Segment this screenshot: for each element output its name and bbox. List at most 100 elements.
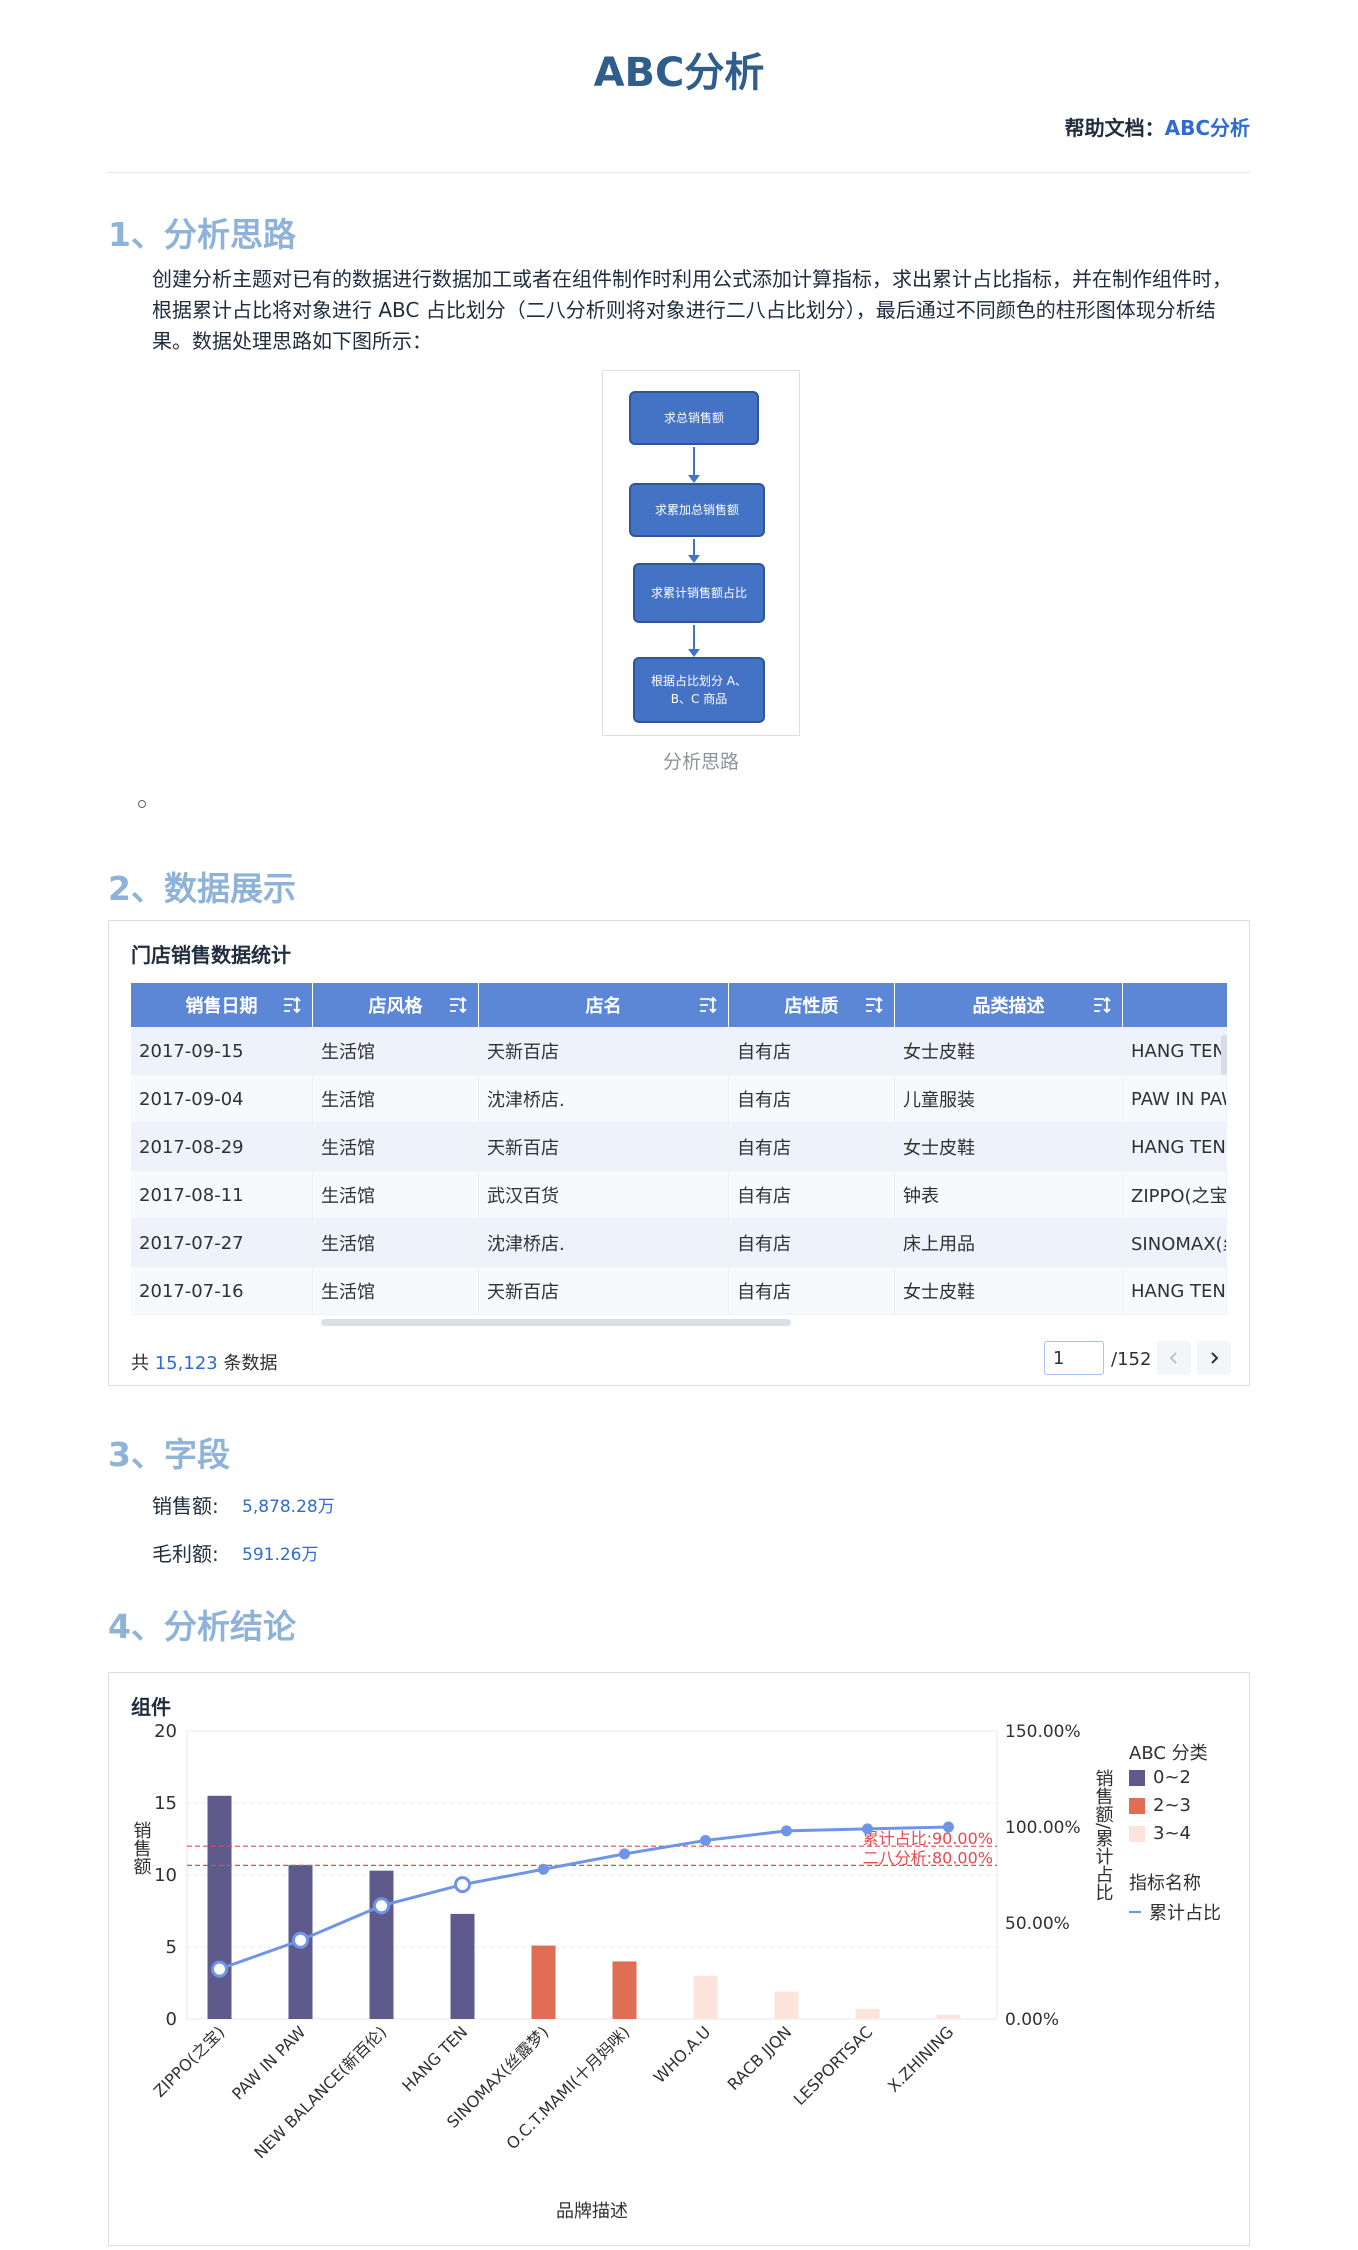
table-row[interactable]: 2017-08-11 生活馆 武汉百货 自有店 钟表 ZIPPO(之宝) <box>131 1171 1227 1219</box>
abc-chart: 20 15 10 5 0 150.00% 100.00% 50.00% 0.00% 累计占比:90… <box>131 1721 1114 2222</box>
line-point <box>700 1834 711 1846</box>
table-cell: 自有店 <box>729 1171 895 1219</box>
column-label: 店名 <box>585 996 622 1017</box>
bar <box>369 1870 394 2019</box>
line-point <box>862 1823 873 1835</box>
column-label: 店风格 <box>368 996 423 1017</box>
table-row[interactable]: 2017-07-27生活馆沈津桥店.自有店床上用品SINOMAX(丝 <box>131 1219 1227 1267</box>
column-header-brand[interactable] <box>1123 983 1227 1027</box>
flow-node-abc-split: 根据占比划分 A、B、C 商品 <box>633 657 765 723</box>
column-header-date[interactable]: 销售日期 <box>131 983 313 1027</box>
table-cell: 女士皮鞋 <box>895 1267 1123 1315</box>
table-cell: 生活馆 <box>313 1027 479 1075</box>
legend-item-b[interactable]: 2~3 <box>1129 1795 1191 1816</box>
table-cell: 2017-07-27 <box>131 1219 313 1267</box>
y2-tick-label: 150.00% <box>1005 1722 1081 1742</box>
x-tick-label: RACB JJQN <box>724 2022 796 2094</box>
column-header-category[interactable]: 品类描述 <box>895 983 1123 1027</box>
vertical-scrollbar[interactable] <box>1221 1035 1227 1075</box>
section-heading-fields: 3、字段 <box>108 1435 230 1474</box>
field-value-sales: 5,878.28万 <box>242 1497 335 1517</box>
flow-node-total-sales: 求总销售额 <box>629 391 759 445</box>
record-count-suffix: 条数据 <box>223 1353 278 1374</box>
column-label: 销售日期 <box>185 996 258 1017</box>
column-header-store-type[interactable]: 店性质 <box>729 983 895 1027</box>
x-axis-title: 品牌描述 <box>556 2201 628 2222</box>
legend-item-c[interactable]: 3~4 <box>1129 1823 1191 1844</box>
bar <box>612 1961 637 2019</box>
legend-line-swatch <box>1129 1911 1141 1913</box>
sort-icon[interactable] <box>1092 995 1112 1015</box>
table-cell: SINOMAX(丝 <box>1123 1219 1227 1267</box>
intro-paragraph: 创建分析主题对已有的数据进行数据加工或者在组件制作时利用公式添加计算指标，求出累… <box>152 267 1232 353</box>
table-cell: 天新百店 <box>479 1267 729 1315</box>
page-number-input[interactable] <box>1044 1341 1104 1375</box>
field-value-profit: 591.26万 <box>242 1545 319 1565</box>
y2-tick-label: 100.00% <box>1005 1818 1081 1838</box>
line-point <box>373 1897 390 1915</box>
y-axis-title: 销售额 <box>131 1821 152 1875</box>
line-point <box>943 1821 954 1833</box>
legend-item-line[interactable]: 累计占比 <box>1129 1899 1221 1925</box>
table-cell: 生活馆 <box>313 1267 479 1315</box>
column-header-store-name[interactable]: 店名 <box>479 983 729 1027</box>
help-doc-link[interactable]: ABC分析 <box>1165 116 1250 140</box>
table-cell: 沈津桥店. <box>479 1219 729 1267</box>
sort-icon[interactable] <box>448 995 468 1015</box>
line-point <box>211 1960 228 1978</box>
table-cell: 床上用品 <box>895 1219 1123 1267</box>
table-cell: 钟表 <box>895 1171 1123 1219</box>
table-cell: 2017-09-04 <box>131 1075 313 1123</box>
table-cell: 女士皮鞋 <box>895 1123 1123 1171</box>
sort-icon[interactable] <box>864 995 884 1015</box>
legend-label: 3~4 <box>1153 1823 1191 1844</box>
x-tick-label: WHO.A.U <box>650 2022 715 2087</box>
table-row[interactable]: 2017-09-04生活馆沈津桥店.自有店儿童服装PAW IN PAW <box>131 1075 1227 1123</box>
table-cell: 天新百店 <box>479 1027 729 1075</box>
line-point <box>292 1931 309 1949</box>
table-cell: 自有店 <box>729 1027 895 1075</box>
table-card: 门店销售数据统计 销售日期 店风格 店名 店性质 品类描述 2017-09-15… <box>108 920 1250 1386</box>
table-cell: 2017-09-15 <box>131 1027 313 1075</box>
table-cell: HANG TEN <box>1123 1267 1227 1315</box>
table-row[interactable]: 2017-08-29 生活馆 天新百店 自有店 女士皮鞋 HANG TEN <box>131 1123 1227 1171</box>
table-cell: 生活馆 <box>313 1171 479 1219</box>
table-cell: 自有店 <box>729 1075 895 1123</box>
y-tick-label: 10 <box>154 1865 177 1886</box>
table-cell: PAW IN PAW <box>1123 1075 1227 1123</box>
bar <box>774 1991 799 2019</box>
column-header-style[interactable]: 店风格 <box>313 983 479 1027</box>
sort-icon[interactable] <box>282 995 302 1015</box>
legend-swatch <box>1129 1797 1145 1814</box>
legend-swatch <box>1129 1825 1145 1842</box>
bar <box>531 1945 556 2019</box>
sort-icon[interactable] <box>698 995 718 1015</box>
section-heading-data-display: 2、数据展示 <box>108 869 296 908</box>
legend-title: ABC 分类 <box>1129 1743 1208 1764</box>
legend-item-a[interactable]: 0~2 <box>1129 1767 1191 1788</box>
table-cell: 天新百店 <box>479 1123 729 1171</box>
line-point <box>619 1848 630 1860</box>
flowchart: 求总销售额 求累加总销售额 求累计销售额占比 根据占比划分 A、B、C 商品 <box>602 370 800 736</box>
x-tick-label: NEW BALANCE(新百伦) <box>250 2022 390 2162</box>
help-doc-label: 帮助文档： <box>1064 116 1165 140</box>
flow-arrow <box>688 625 700 657</box>
horizontal-scrollbar[interactable] <box>321 1319 791 1326</box>
prev-page-button[interactable] <box>1157 1341 1191 1375</box>
table-row[interactable]: 2017-07-16 生活馆 天新百店 自有店 女士皮鞋 HANG TEN <box>131 1267 1227 1315</box>
chart-card: 组件 20 15 10 5 0 150.00% 100.00% 50.00% 0.00% 累计占比… <box>108 1672 1250 2246</box>
table-row[interactable]: 2017-09-15 生活馆 天新百店 自有店 女士皮鞋 HANG TEN <box>131 1027 1227 1075</box>
line-point <box>538 1863 549 1875</box>
chevron-right-icon <box>1211 1352 1219 1364</box>
bar <box>450 1913 475 2019</box>
table-cell: 生活馆 <box>313 1219 479 1267</box>
next-page-button[interactable] <box>1197 1341 1231 1375</box>
table-cell: 2017-08-11 <box>131 1171 313 1219</box>
x-tick-label: HANG TEN <box>398 2022 471 2095</box>
table-cell: 生活馆 <box>313 1123 479 1171</box>
table-cell: HANG TEN <box>1123 1123 1227 1171</box>
x-tick-label: ZIPPO(之宝) <box>150 2022 229 2101</box>
table-cell: 自有店 <box>729 1219 895 1267</box>
reference-line-label: 累计占比:90.00% <box>863 1829 993 1848</box>
field-label-sales: 销售额: <box>152 1494 219 1518</box>
